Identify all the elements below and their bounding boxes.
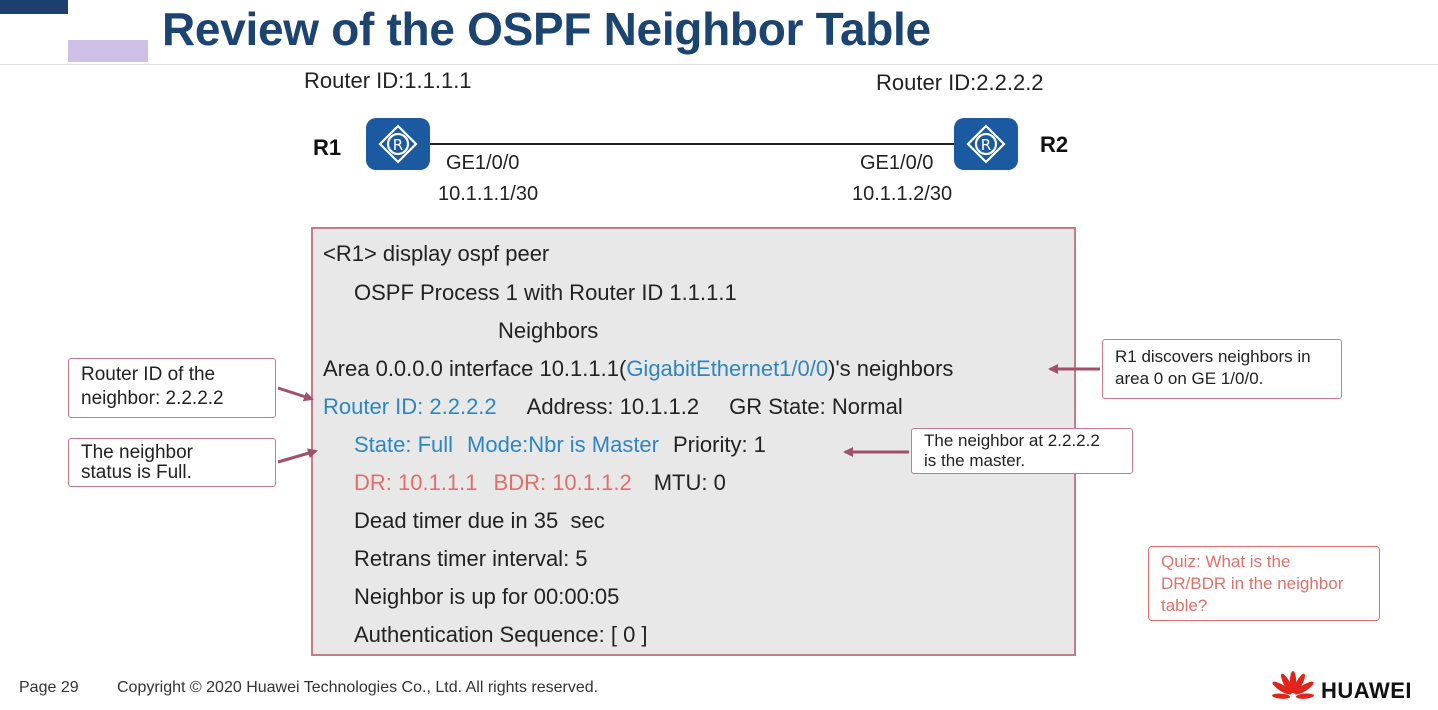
arrow-neighbor-id [277, 386, 314, 402]
huawei-brand: HUAWEI [1321, 678, 1412, 703]
copyright: Copyright © 2020 Huawei Technologies Co.… [117, 679, 599, 696]
page-number: Page 29 [19, 679, 79, 696]
callout-arrows [277, 364, 1100, 464]
huawei-logo-icon [1270, 671, 1316, 705]
arrow-status [277, 448, 318, 464]
